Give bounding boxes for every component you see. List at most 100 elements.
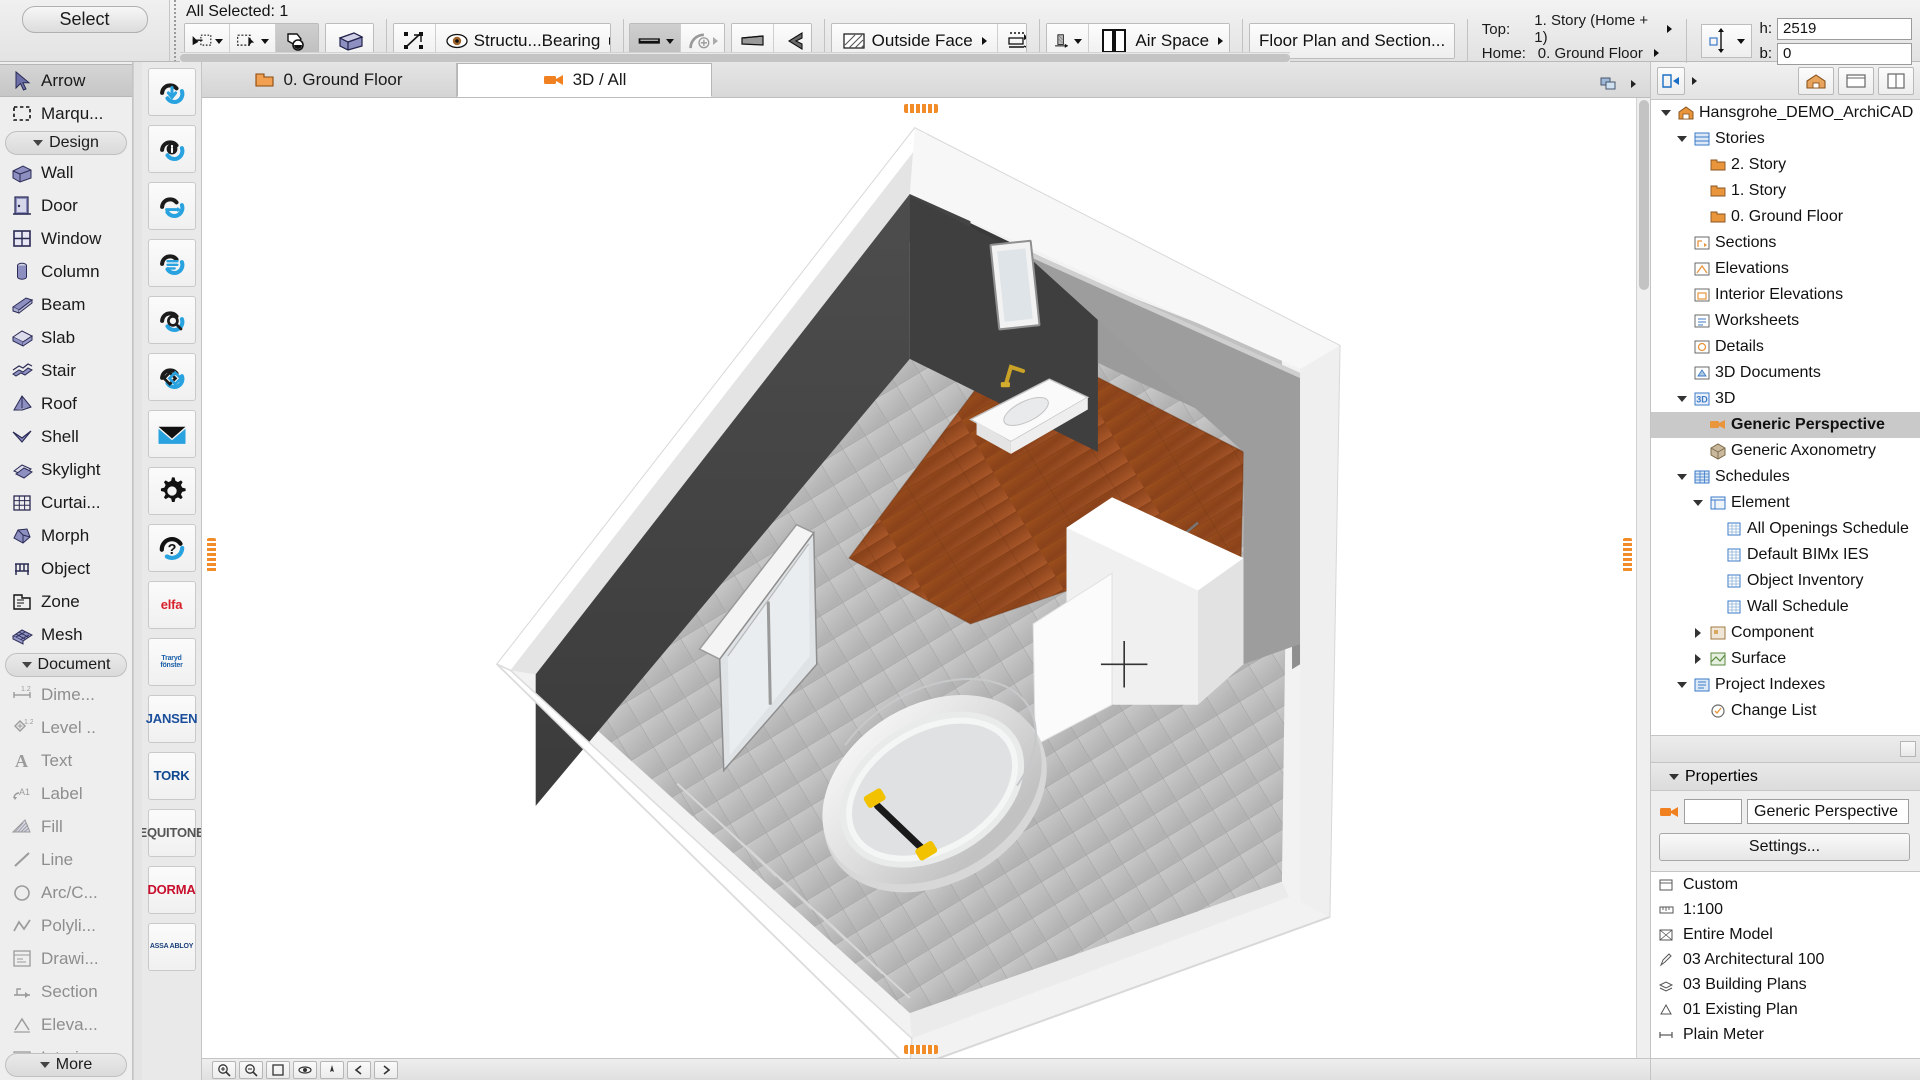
navigator-tree-item-interior-elevations[interactable]: Interior Elevations <box>1651 282 1920 308</box>
navigator-tree-item-default-bimx-ies[interactable]: Default BIMx IES <box>1651 542 1920 568</box>
marquee-select-caret[interactable] <box>260 38 269 44</box>
toolbox-item-object[interactable]: Object <box>0 553 132 586</box>
view-map-button[interactable] <box>1838 66 1874 95</box>
properties-name-input[interactable]: Generic Perspective <box>1747 799 1909 824</box>
viewport-vertical-scrollbar[interactable] <box>1636 98 1650 1058</box>
navigator-tree-item-element[interactable]: Element <box>1651 490 1920 516</box>
toolbox-item-curtai[interactable]: Curtai... <box>0 487 132 520</box>
equitone-logo[interactable]: EQUITONE <box>142 809 201 857</box>
assa-abloy-logo[interactable]: ASSA ABLOY <box>147 923 196 971</box>
view-settings-button[interactable]: Settings... <box>1659 833 1910 861</box>
twist-down-icon[interactable] <box>1675 682 1688 688</box>
bimcloud-link-icon[interactable] <box>147 353 196 401</box>
viewport-marker-top[interactable] <box>904 104 938 113</box>
view-setting-03-architectural-100[interactable]: 03 Architectural 100 <box>1651 947 1920 972</box>
dorma-logo[interactable]: DORMA <box>147 866 196 914</box>
help-icon[interactable]: ? <box>147 524 196 572</box>
gear-icon[interactable] <box>147 467 196 515</box>
navigator-tree-item-3d-documents[interactable]: 3D Documents <box>1651 360 1920 386</box>
toolbox-item-slab[interactable]: Slab <box>0 322 132 355</box>
toolbox-item-mesh[interactable]: Mesh <box>0 619 132 652</box>
navigator-tree-item-generic-perspective[interactable]: Generic Perspective <box>1651 412 1920 438</box>
view-setting-entire-model[interactable]: Entire Model <box>1651 922 1920 947</box>
toolbox-scrollbar[interactable] <box>133 62 142 1080</box>
navigator-tree-item-worksheets[interactable]: Worksheets <box>1651 308 1920 334</box>
navigator-tree-item-project-indexes[interactable]: Project Indexes <box>1651 672 1920 698</box>
viewport-marker-right[interactable] <box>1623 538 1632 572</box>
navigator-tree-item-3d[interactable]: 3D 3D <box>1651 386 1920 412</box>
navigator-tree-item-surface[interactable]: Surface <box>1651 646 1920 672</box>
bimcloud-refresh-icon[interactable] <box>147 182 196 230</box>
toolbox-section-design[interactable]: Design <box>5 131 127 155</box>
navigator-tree-item-change-list[interactable]: Change List <box>1651 698 1920 724</box>
palette-grip[interactable] <box>170 0 180 61</box>
toolbox-item-arc-c[interactable]: Arc/C... <box>0 877 132 910</box>
toolbox-item-wall[interactable]: Wall <box>0 157 132 190</box>
twist-right-icon[interactable] <box>1691 628 1704 638</box>
info-box-scroll-thumb[interactable] <box>180 54 1290 62</box>
navigator-tree-item-schedules[interactable]: Schedules <box>1651 464 1920 490</box>
layout-book-button[interactable] <box>1878 66 1914 95</box>
mail-icon[interactable] <box>147 410 196 458</box>
composite-structure-caret[interactable] <box>1218 37 1224 45</box>
base-input[interactable]: 0 <box>1777 42 1913 65</box>
zoom-out-button[interactable] <box>239 1060 263 1079</box>
navigator-tree-item-stories[interactable]: Stories <box>1651 126 1920 152</box>
tab-ground-floor[interactable]: 0. Ground Floor <box>202 63 457 97</box>
pointer-select-caret[interactable] <box>215 38 224 44</box>
toolbox-item-polyli[interactable]: Polyli... <box>0 910 132 943</box>
navigator-map-button[interactable] <box>1657 66 1685 95</box>
viewport-marker-bottom[interactable] <box>904 1045 938 1054</box>
twist-down-icon[interactable] <box>1675 136 1688 142</box>
toolbox-item-label[interactable]: A1 Label <box>0 778 132 811</box>
bimcloud-search-icon[interactable] <box>147 296 196 344</box>
toolbox-item-eleva[interactable]: Eleva... <box>0 1009 132 1042</box>
tab-3d-all[interactable]: 3D / All <box>457 63 712 97</box>
bimcloud-download-icon[interactable] <box>147 68 196 116</box>
twist-right-icon[interactable] <box>1691 654 1704 664</box>
jansen-logo[interactable]: JANSEN <box>146 695 197 743</box>
navigator-tree-item-2-story[interactable]: 2. Story <box>1651 152 1920 178</box>
toolbox-select-section[interactable]: Select <box>21 6 148 33</box>
toolbox-item-skylight[interactable]: Skylight <box>0 454 132 487</box>
navigator-resize-handle[interactable] <box>1900 741 1916 757</box>
toolbox-item-door[interactable]: Door <box>0 190 132 223</box>
top-story-caret[interactable] <box>1667 25 1673 33</box>
navigator-project-tree[interactable]: Hansgrohe_DEMO_ArchiCAD Stories 2. Story 1.… <box>1651 100 1920 735</box>
viewport-vscroll-thumb[interactable] <box>1639 100 1649 290</box>
toolbox-item-roof[interactable]: Roof <box>0 388 132 421</box>
toolbox-item-window[interactable]: Window <box>0 223 132 256</box>
navigator-splitter[interactable] <box>1651 735 1920 763</box>
toolbox-item-level[interactable]: 1.2 Level .. <box>0 712 132 745</box>
toolbox-section-document[interactable]: Document <box>5 652 127 677</box>
straight-wall-caret[interactable] <box>665 38 674 44</box>
toolbox-item-morph[interactable]: Morph <box>0 520 132 553</box>
zoom-in-button[interactable] <box>212 1060 236 1079</box>
home-story-value[interactable]: 0. Ground Floor <box>1538 45 1643 62</box>
navigator-tree-item-elevations[interactable]: Elevations <box>1651 256 1920 282</box>
fit-in-window-button[interactable] <box>266 1060 290 1079</box>
view-setting-plain-meter[interactable]: Plain Meter <box>1651 1022 1920 1047</box>
twist-down-icon[interactable] <box>1675 396 1688 402</box>
navigator-tree-item-1-story[interactable]: 1. Story <box>1651 178 1920 204</box>
navigator-tree-item-details[interactable]: Details <box>1651 334 1920 360</box>
toolbox-item-shell[interactable]: Shell <box>0 421 132 454</box>
properties-header[interactable]: Properties <box>1651 763 1920 791</box>
home-story-caret[interactable] <box>1653 49 1659 57</box>
twist-down-icon[interactable] <box>1659 110 1672 116</box>
navigator-tree-item-0-ground-floor[interactable]: 0. Ground Floor <box>1651 204 1920 230</box>
traryd-fonster-logo[interactable]: Traryd fönster <box>147 638 196 686</box>
navigator-tree-item-component[interactable]: Component <box>1651 620 1920 646</box>
twist-down-icon[interactable] <box>1675 474 1688 480</box>
toolbox-item-stair[interactable]: Stair <box>0 355 132 388</box>
explore-button[interactable] <box>320 1060 344 1079</box>
next-view-button[interactable] <box>374 1060 398 1079</box>
toolbox-item-dime[interactable]: 1.2 Dime... <box>0 679 132 712</box>
project-tree-button[interactable] <box>1798 66 1834 95</box>
view-setting-custom[interactable]: Custom <box>1651 872 1920 897</box>
toolbox-more-button[interactable]: More <box>5 1053 127 1077</box>
top-story-value[interactable]: 1. Story (Home + 1) <box>1534 12 1656 46</box>
profile-caret[interactable] <box>1074 38 1083 44</box>
wall-height-icon-button[interactable] <box>1701 24 1753 58</box>
view-setting-1-100[interactable]: 1:100 <box>1651 897 1920 922</box>
